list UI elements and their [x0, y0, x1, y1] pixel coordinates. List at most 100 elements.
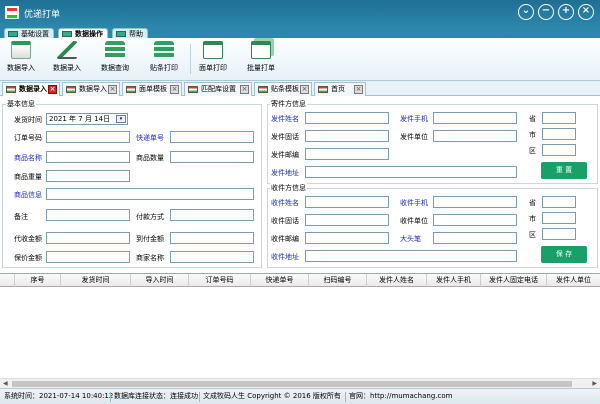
- column-header[interactable]: 发件人姓名: [366, 274, 426, 287]
- scroll-right-icon[interactable]: ▶: [592, 380, 597, 387]
- column-header[interactable]: 导入时间: [130, 274, 188, 287]
- column-header[interactable]: 订单号码: [188, 274, 250, 287]
- product-weight-input[interactable]: [46, 170, 130, 182]
- sender-name-label: 发件姓名: [271, 115, 299, 123]
- close-button[interactable]: ×: [578, 4, 594, 20]
- data-import-button[interactable]: 数据导入: [4, 41, 38, 73]
- calendar-icon[interactable]: ▾: [116, 115, 126, 123]
- grid-header: 序号 发货时间 导入时间 订单号码 快递单号 扫码编号 发件人姓名 发件人手机 …: [0, 274, 600, 287]
- tab-basic-settings[interactable]: 基础设置: [4, 28, 54, 38]
- close-icon[interactable]: ×: [48, 85, 57, 94]
- receiver-district-input[interactable]: [542, 228, 576, 240]
- tab-icon: [6, 86, 16, 93]
- arrival-pay-input[interactable]: [170, 232, 254, 244]
- remark-input[interactable]: [46, 209, 130, 221]
- doctab-match-settings[interactable]: 匹配库设置 ×: [184, 82, 252, 96]
- tab-help[interactable]: 帮助: [112, 28, 148, 38]
- import-icon: [11, 41, 31, 59]
- app-logo-icon: [5, 6, 19, 19]
- order-no-label: 订单号码: [14, 134, 42, 142]
- send-time-picker[interactable]: 2021 年 7 月 14日 ▾: [46, 113, 128, 125]
- status-divider: [199, 392, 200, 402]
- product-weight-label: 商品重量: [14, 173, 42, 181]
- merchant-name-input[interactable]: [170, 251, 254, 263]
- tab-icon: [188, 86, 198, 93]
- order-no-input[interactable]: [46, 131, 130, 143]
- status-divider: [345, 392, 346, 402]
- sender-mobile-input[interactable]: [433, 112, 517, 124]
- window-title: 优递打单: [24, 10, 61, 20]
- arrival-pay-label: 到付金额: [136, 235, 164, 243]
- label-print-button[interactable]: 贴条打印: [146, 41, 182, 73]
- sender-mobile-label: 发件手机: [400, 115, 428, 123]
- chevron-down-icon[interactable]: ⌄: [518, 4, 534, 20]
- doctab-home[interactable]: 首页 ×: [314, 82, 366, 96]
- title-bar: 优递打单 ⌄ − + ×: [0, 0, 600, 26]
- receiver-province-input[interactable]: [542, 196, 576, 208]
- sender-address-input[interactable]: [305, 166, 517, 178]
- product-name-input[interactable]: [46, 151, 130, 163]
- cod-amount-input[interactable]: [46, 232, 130, 244]
- receiver-postcode-label: 收件邮编: [271, 235, 299, 243]
- document-tab-strip: 数据录入 × 数据导入 × 面单模板 × 匹配库设置 × 贴条模板 × 首页 ×: [0, 81, 600, 97]
- receiver-postcode-input[interactable]: [305, 232, 389, 244]
- big-pen-input[interactable]: [433, 232, 517, 244]
- sender-district-input[interactable]: [542, 144, 576, 156]
- receiver-city-input[interactable]: [542, 212, 576, 224]
- save-button[interactable]: 保 存: [541, 246, 587, 263]
- product-qty-input[interactable]: [170, 151, 254, 163]
- doctab-data-entry[interactable]: 数据录入 ×: [2, 82, 60, 97]
- column-header[interactable]: 快递单号: [250, 274, 308, 287]
- column-header[interactable]: 发件人手机: [426, 274, 480, 287]
- sender-postcode-input[interactable]: [305, 148, 389, 160]
- horizontal-scrollbar[interactable]: ◀ ▶: [0, 378, 600, 388]
- receiver-mobile-input[interactable]: [433, 196, 517, 208]
- product-info-input[interactable]: [46, 188, 254, 200]
- receiver-company-label: 收件单位: [400, 217, 428, 225]
- sender-address-label: 发件地址: [271, 169, 299, 177]
- tab-icon: [116, 31, 126, 37]
- merchant-name-label: 商家名称: [136, 254, 164, 262]
- doctab-waybill-template[interactable]: 面单模板 ×: [122, 82, 182, 96]
- scrollbar-thumb[interactable]: [12, 381, 572, 387]
- column-header[interactable]: 发货时间: [60, 274, 130, 287]
- insured-amount-label: 保价金额: [14, 254, 42, 262]
- waybill-print-button[interactable]: 面单打印: [196, 41, 230, 73]
- sender-name-input[interactable]: [305, 112, 389, 124]
- insured-amount-input[interactable]: [46, 251, 130, 263]
- close-icon[interactable]: ×: [108, 85, 117, 94]
- column-header[interactable]: 发件人单位: [546, 274, 600, 287]
- doctab-label-template[interactable]: 贴条模板 ×: [254, 82, 312, 96]
- receiver-address-input[interactable]: [305, 250, 517, 262]
- receiver-mobile-label: 收件手机: [400, 199, 428, 207]
- website-link[interactable]: 官网：http://mumachang.com: [349, 389, 452, 404]
- data-query-button[interactable]: 数据查询: [98, 41, 132, 73]
- sender-province-input[interactable]: [542, 112, 576, 124]
- sender-phone-input[interactable]: [305, 130, 389, 142]
- close-icon[interactable]: ×: [170, 85, 179, 94]
- receiver-company-input[interactable]: [433, 214, 517, 226]
- sender-city-input[interactable]: [542, 128, 576, 140]
- column-header[interactable]: 序号: [14, 274, 60, 287]
- doctab-data-import[interactable]: 数据导入 ×: [62, 82, 120, 96]
- close-icon[interactable]: ×: [354, 85, 363, 94]
- reset-button[interactable]: 重 置: [541, 162, 587, 179]
- maximize-button[interactable]: +: [558, 4, 574, 20]
- big-pen-label: 大头笔: [400, 235, 421, 243]
- tracking-no-input[interactable]: [170, 131, 254, 143]
- close-icon[interactable]: ×: [240, 85, 249, 94]
- close-icon[interactable]: ×: [300, 85, 309, 94]
- payment-method-input[interactable]: [170, 209, 254, 221]
- data-entry-button[interactable]: 数据录入: [50, 41, 84, 73]
- batch-print-button[interactable]: 批量打单: [244, 41, 278, 73]
- sender-company-input[interactable]: [433, 130, 517, 142]
- receiver-phone-input[interactable]: [305, 214, 389, 226]
- column-header[interactable]: 扫码编号: [308, 274, 366, 287]
- scroll-left-icon[interactable]: ◀: [3, 380, 8, 387]
- receiver-name-input[interactable]: [305, 196, 389, 208]
- toolbar-separator: [190, 44, 191, 74]
- tab-data-operations[interactable]: 数据操作: [58, 28, 108, 38]
- column-header[interactable]: 发件人固定电话: [480, 274, 546, 287]
- sender-city-label: 市: [529, 131, 536, 139]
- minimize-button[interactable]: −: [538, 4, 554, 20]
